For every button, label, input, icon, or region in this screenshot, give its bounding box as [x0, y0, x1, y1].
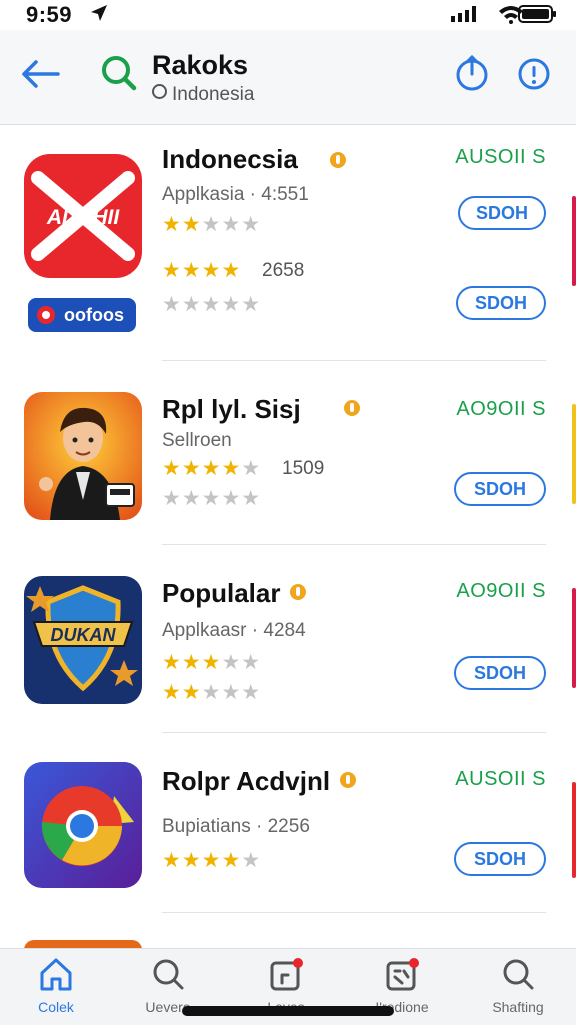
- search-icon[interactable]: [98, 52, 138, 92]
- top-header: Rakoks Indonesia: [0, 30, 576, 125]
- updates-icon: [386, 958, 419, 991]
- app-icon-adkhii[interactable]: ADKHII oofoos: [24, 154, 142, 340]
- status-time: 9:59: [26, 2, 73, 27]
- row-divider: [162, 544, 546, 545]
- verified-badge-icon: [290, 584, 306, 600]
- tab-shafting[interactable]: Shafting: [468, 955, 568, 1015]
- verified-badge-icon: [344, 400, 360, 416]
- app-icon-dukan[interactable]: DUKAN: [24, 576, 142, 704]
- rating-stars: ★★★★★: [162, 293, 262, 316]
- row-divider: [162, 912, 546, 913]
- app-price: AUSOII S: [455, 768, 546, 790]
- app-meta: Applkaasr · 4284: [162, 620, 306, 641]
- get-button[interactable]: SDOH: [454, 842, 546, 876]
- status-bar: 9:59: [0, 0, 576, 30]
- row-divider: [162, 360, 546, 361]
- rating-count: 1509: [282, 458, 325, 479]
- search-icon: [153, 959, 184, 990]
- get-button[interactable]: SDOH: [458, 196, 546, 230]
- rating-stars: ★★★★★: [162, 457, 262, 480]
- app-meta: Applkasia · 4:551: [162, 184, 309, 205]
- rating-stars: ★★★★: [162, 259, 242, 282]
- refresh-icon[interactable]: [452, 54, 492, 94]
- app-price: AO9OII S: [456, 580, 546, 602]
- battery-icon: [518, 5, 556, 23]
- scroll-edge-indicator: [572, 588, 576, 688]
- app-title[interactable]: Populalar: [162, 578, 280, 609]
- get-button[interactable]: SDOH: [456, 286, 546, 320]
- page-subtitle: Indonesia: [152, 84, 254, 106]
- verified-badge-icon: [340, 772, 356, 788]
- cellular-signal-icon: [451, 6, 476, 22]
- location-arrow-icon: [91, 5, 107, 21]
- small-search-icon: [152, 84, 167, 99]
- app-icon-game[interactable]: [24, 392, 142, 520]
- verified-badge-icon: [330, 152, 346, 168]
- scroll-edge-indicator: [572, 782, 576, 878]
- row-divider: [162, 732, 546, 733]
- app-meta: Bupiatians · 2256: [162, 816, 310, 837]
- rating-stars: ★★★★★: [162, 487, 262, 510]
- home-icon: [40, 958, 72, 991]
- scroll-edge-indicator: [572, 196, 576, 286]
- app-price: AUSOII S: [455, 146, 546, 168]
- app-price: AO9OII S: [456, 398, 546, 420]
- app-title[interactable]: Rpl lyl. Sisj: [162, 394, 301, 425]
- back-arrow-icon[interactable]: [16, 54, 64, 94]
- app-meta: Sellroen: [162, 430, 232, 451]
- rating-count: 2658: [262, 260, 305, 281]
- svg-text:DUKAN: DUKAN: [51, 625, 117, 645]
- rating-stars: ★★★★★: [162, 849, 262, 872]
- tab-colek[interactable]: Colek: [6, 955, 106, 1015]
- search-icon: [503, 959, 534, 990]
- rating-stars: ★★★★★: [162, 651, 262, 674]
- info-icon[interactable]: [514, 54, 554, 94]
- home-indicator[interactable]: [182, 1006, 394, 1016]
- app-title[interactable]: Rolpr Acdvjnl: [162, 766, 330, 797]
- subtitle-text: Indonesia: [172, 84, 255, 105]
- rating-stars: ★★★★★: [162, 681, 262, 704]
- svg-text:ADKHII: ADKHII: [46, 206, 120, 229]
- layers-icon: [270, 958, 303, 991]
- tab-label: Colek: [38, 999, 74, 1015]
- get-button[interactable]: SDOH: [454, 656, 546, 690]
- tab-label: Shafting: [492, 999, 544, 1015]
- scroll-edge-indicator: [572, 404, 576, 504]
- page-title: Rakoks: [152, 50, 249, 80]
- rating-stars: ★★★★★: [162, 213, 262, 236]
- get-button[interactable]: SDOH: [454, 472, 546, 506]
- svg-text:oofoos: oofoos: [64, 305, 124, 325]
- app-title[interactable]: Indonecsia: [162, 144, 298, 175]
- app-icon-browser[interactable]: [24, 762, 142, 888]
